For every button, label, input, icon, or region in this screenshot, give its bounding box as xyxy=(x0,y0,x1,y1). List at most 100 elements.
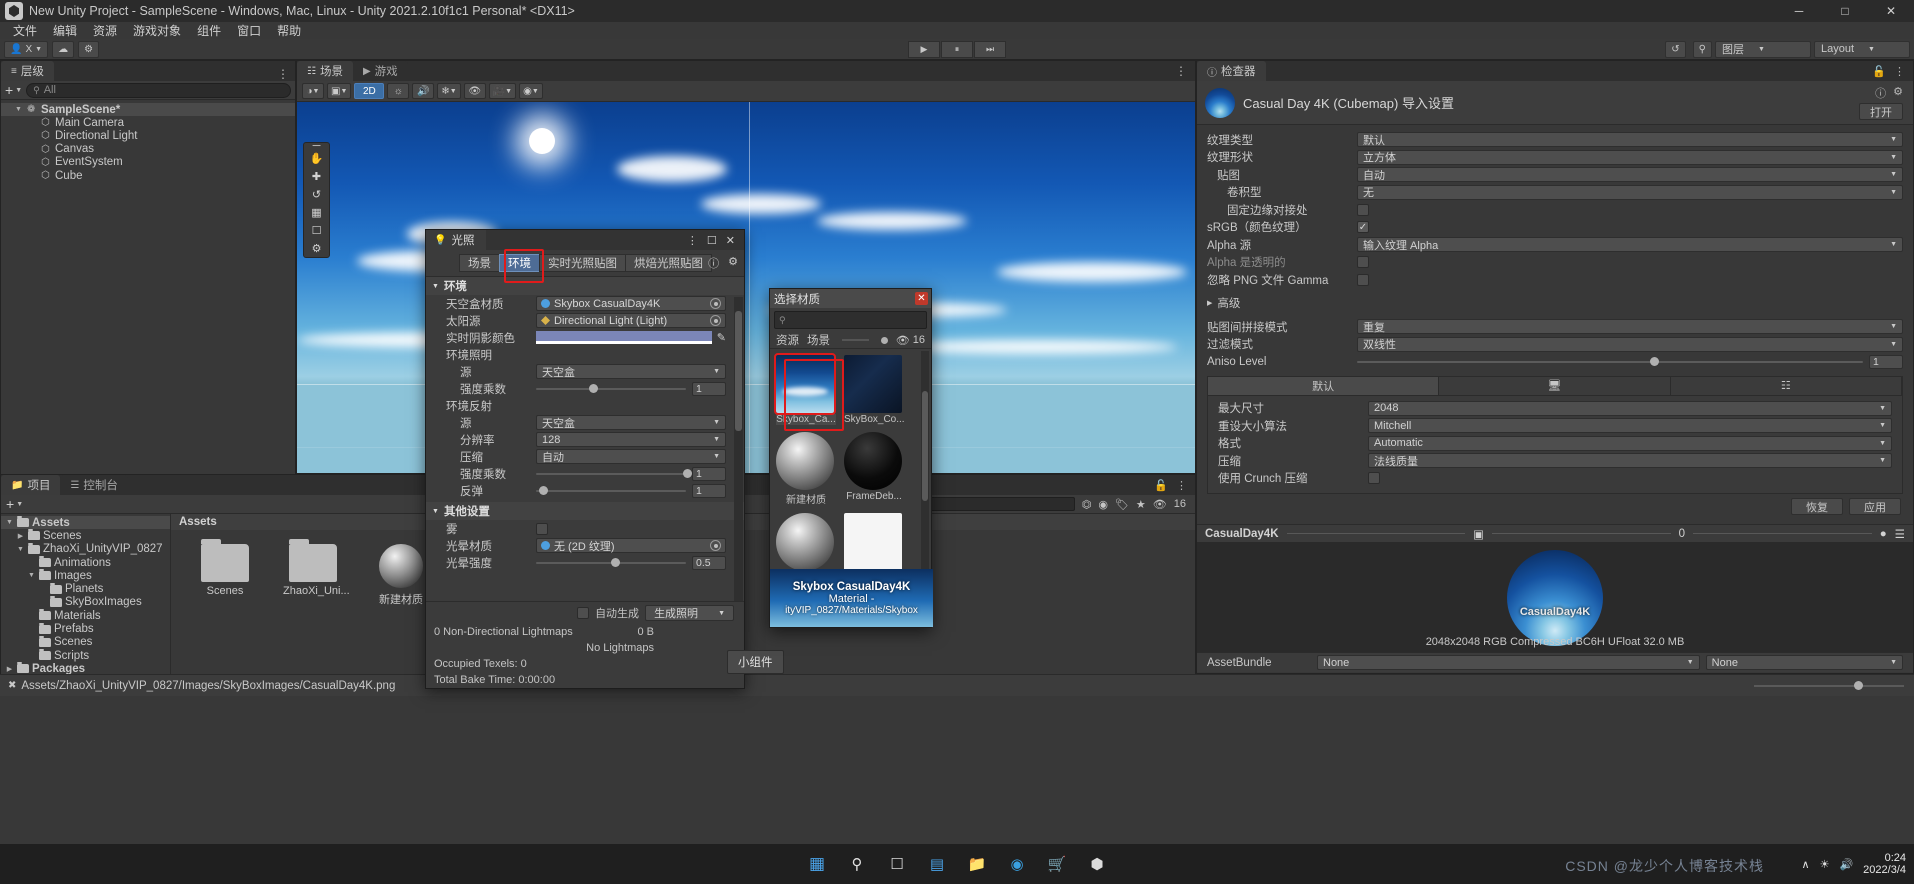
open-button[interactable]: 打开 xyxy=(1859,103,1903,120)
zoom-slider-knob[interactable] xyxy=(880,336,888,344)
slider-knob[interactable] xyxy=(1650,357,1660,367)
hierarchy-item[interactable]: ⬡ Canvas xyxy=(1,143,295,156)
step-button[interactable]: ⏭ xyxy=(974,40,1006,58)
checkbox[interactable]: ✓ xyxy=(1357,221,1369,234)
object-field[interactable]: 无 (2D 纹理) xyxy=(536,538,726,553)
dropdown[interactable]: 双线性 ▼ xyxy=(1357,336,1903,352)
section-environment[interactable]: ▼ 环境 xyxy=(426,277,744,295)
dropdown[interactable]: Mitchell ▼ xyxy=(1368,418,1892,434)
tab-project[interactable]: 📁 项目 xyxy=(1,475,61,495)
dropdown[interactable]: 立方体 ▼ xyxy=(1357,149,1903,165)
project-tree-item[interactable]: SkyBoxImages xyxy=(1,595,170,609)
lighting-menu-icon[interactable]: ⋮ xyxy=(687,234,698,247)
tab-inspector[interactable]: ⓘ 检查器 xyxy=(1197,61,1266,81)
search-filter-icon[interactable]: ⏣ xyxy=(1082,498,1092,511)
slider-knob[interactable] xyxy=(611,558,620,567)
label-filter-icon[interactable]: 🏷 xyxy=(1115,498,1129,511)
material-item[interactable]: FrameDeb... xyxy=(844,432,904,508)
project-tree-item[interactable]: Scripts xyxy=(1,649,170,662)
chevron-down-icon[interactable]: ▼ xyxy=(5,519,14,526)
dropdown[interactable]: Automatic ▼ xyxy=(1368,435,1892,451)
tab-realtime-lightmaps[interactable]: 实时光照贴图 xyxy=(539,254,626,272)
tab-scene[interactable]: ☷ 场景 xyxy=(297,61,353,81)
project-tree-item[interactable]: ▼ Images xyxy=(1,569,170,582)
edge-icon[interactable]: ◉ xyxy=(1004,851,1030,877)
store-icon[interactable]: 🛒 xyxy=(1044,851,1070,877)
unity-icon[interactable]: ⬢ xyxy=(1084,851,1110,877)
tab-environment[interactable]: 环境 xyxy=(499,254,540,272)
checkbox[interactable] xyxy=(1357,273,1369,286)
dropdown[interactable]: 自动 ▼ xyxy=(1357,167,1903,183)
shading-mode-dropdown[interactable]: ◑ ▼ xyxy=(302,83,324,99)
taskview-icon[interactable]: ☐ xyxy=(884,851,910,877)
chevron-right-icon[interactable]: ▶ xyxy=(16,532,25,540)
hierarchy-tree[interactable]: ▼ ❁ SampleScene* ⬡ Main Camera ⬡ Directional L… xyxy=(1,100,295,474)
slider[interactable] xyxy=(536,381,686,396)
menu-component[interactable]: 组件 xyxy=(190,21,228,40)
hierarchy-menu-icon[interactable]: ⋮ xyxy=(277,67,295,81)
hierarchy-add-button[interactable]: + ▼ xyxy=(5,82,22,98)
auto-generate-checkbox[interactable] xyxy=(577,607,590,619)
apply-button[interactable]: 应用 xyxy=(1849,498,1901,515)
number-field[interactable]: 1 xyxy=(692,483,726,498)
lock-icon[interactable]: 🔓 xyxy=(1872,65,1886,78)
project-menu-icon[interactable]: ⋮ xyxy=(1176,479,1187,492)
slider[interactable] xyxy=(1357,354,1863,369)
object-picker-button[interactable] xyxy=(710,298,721,309)
menu-window[interactable]: 窗口 xyxy=(230,21,268,40)
material-item[interactable] xyxy=(844,513,904,574)
dropdown[interactable]: 输入纹理 Alpha ▼ xyxy=(1357,237,1903,253)
project-tree-item[interactable]: Scenes xyxy=(1,635,170,649)
dropdown[interactable]: 法线质量 ▼ xyxy=(1368,453,1892,469)
explorer-icon[interactable]: 📁 xyxy=(964,851,990,877)
tab-platform-android[interactable]: ☷ xyxy=(1670,376,1902,395)
help-icon[interactable]: ⓘ xyxy=(708,255,719,271)
menu-file[interactable]: 文件 xyxy=(6,21,44,40)
material-item[interactable]: Skybox_Ca... xyxy=(774,353,836,427)
preview-scrub-handle[interactable]: ● xyxy=(1880,528,1887,540)
revert-button[interactable]: 恢复 xyxy=(1791,498,1843,515)
network-icon[interactable]: ☀ xyxy=(1820,858,1830,871)
material-item[interactable] xyxy=(776,513,836,574)
clock[interactable]: 0:24 2022/3/4 xyxy=(1863,852,1906,876)
slider[interactable] xyxy=(536,483,686,498)
dropdown[interactable]: 自动 ▼ xyxy=(536,449,726,464)
dropdown[interactable]: 天空盒 ▼ xyxy=(536,364,726,379)
preview-channel-icon[interactable]: ▣ xyxy=(1473,527,1484,541)
object-picker-button[interactable] xyxy=(710,315,721,326)
tab-platform-default[interactable]: 默认 xyxy=(1208,376,1440,395)
close-button[interactable]: ✕ xyxy=(1868,0,1914,22)
pause-button[interactable]: ⏸ xyxy=(941,40,973,58)
chevron-down-icon[interactable]: ▼ xyxy=(16,546,25,553)
slider[interactable] xyxy=(536,555,686,570)
favorites-icon[interactable]: ★ xyxy=(1136,498,1146,511)
volume-icon[interactable]: 🔊 xyxy=(1839,858,1853,871)
grid-zoom-icon[interactable]: 👁 xyxy=(1153,498,1167,511)
scene-gizmos-dropdown[interactable]: ◉ ▼ xyxy=(519,83,543,99)
collab-button[interactable]: ⚙ xyxy=(78,40,100,58)
scene-audio-toggle[interactable]: 🔊 xyxy=(412,83,435,99)
rect-tool-button[interactable]: ☐ xyxy=(304,221,329,239)
section-other-settings[interactable]: ▼ 其他设置 xyxy=(426,502,744,520)
tab-scene[interactable]: 场景 xyxy=(807,332,830,348)
tab-hierarchy[interactable]: ≡ 层级 xyxy=(1,61,54,81)
draw-mode-dropdown[interactable]: ▣ ▼ xyxy=(327,83,352,99)
scene-lighting-toggle[interactable]: ☼ xyxy=(387,83,410,99)
tab-lighting[interactable]: 💡 光照 xyxy=(426,230,487,250)
lighting-maximize-icon[interactable]: ☐ xyxy=(707,234,717,247)
status-slider-knob[interactable] xyxy=(1854,680,1863,690)
assetbundle-variant-dropdown[interactable]: None ▼ xyxy=(1705,655,1903,670)
project-add-button[interactable]: + ▼ xyxy=(6,496,23,512)
widgets-icon[interactable]: ▤ xyxy=(924,851,950,877)
layers-dropdown[interactable]: 图层 ▼ xyxy=(1715,40,1811,58)
dropdown[interactable]: 无 ▼ xyxy=(1357,184,1903,200)
slider[interactable] xyxy=(536,466,692,481)
lighting-scrollbar[interactable] xyxy=(734,297,743,643)
asset-type-filter-icon[interactable]: ◉ xyxy=(1098,498,1108,511)
slider-knob[interactable] xyxy=(539,486,548,495)
checkbox[interactable] xyxy=(536,522,548,535)
eyedropper-icon[interactable]: ✎ xyxy=(717,331,726,344)
account-button[interactable]: 👤 X ▼ xyxy=(4,40,49,58)
tab-scene-lighting[interactable]: 场景 xyxy=(459,254,500,272)
play-button[interactable]: ▶ xyxy=(908,40,940,58)
